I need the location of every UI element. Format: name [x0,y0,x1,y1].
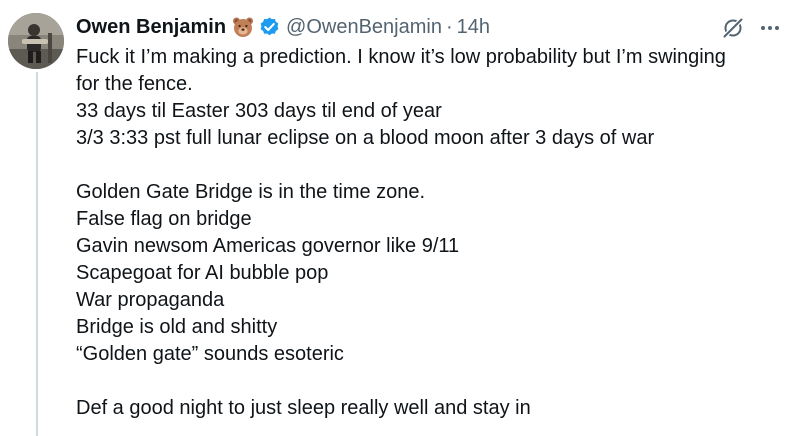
tweet-text-line: Bridge is old and shitty [76,316,278,338]
tweet-text-line: Golden Gate Bridge is in the time zone. [76,181,426,203]
verified-badge-icon[interactable] [258,16,281,39]
tweet-text-line: Scapegoat for AI bubble pop [76,262,329,284]
tweet-text-line: Gavin newsom Americas governor like 9/11 [76,235,460,257]
tweet-text-line: Fuck it I’m making a prediction. I know … [76,46,726,68]
more-options-icon[interactable] [757,16,783,40]
separator-dot: · [445,16,453,38]
tweet[interactable]: Owen Benjamin @OwenBenjamin · 14h Fuck i… [0,0,802,436]
tweet-text-line: for the fence. [76,73,193,95]
tweet-text-line: Def a good night to just sleep really we… [76,397,531,419]
tweet-text: Fuck it I’m making a prediction. I know … [76,44,788,422]
author-name[interactable]: Owen Benjamin [76,14,226,40]
grok-icon[interactable] [721,16,745,40]
tweet-text-line: “Golden gate” sounds esoteric [76,343,344,365]
bear-face-icon [231,15,255,39]
tweet-text-line: False flag on bridge [76,208,252,230]
thread-line [36,72,38,436]
author-handle[interactable]: @OwenBenjamin [286,14,442,40]
avatar-photo [8,13,64,69]
timestamp[interactable]: 14h [457,14,490,40]
tweet-text-line: 33 days til Easter 303 days til end of y… [76,100,442,122]
tweet-text-line: War propaganda [76,289,225,311]
avatar[interactable] [8,13,64,69]
tweet-text-line: 3/3 3:33 pst full lunar eclipse on a blo… [76,127,655,149]
tweet-header: Owen Benjamin @OwenBenjamin · 14h [76,14,490,40]
